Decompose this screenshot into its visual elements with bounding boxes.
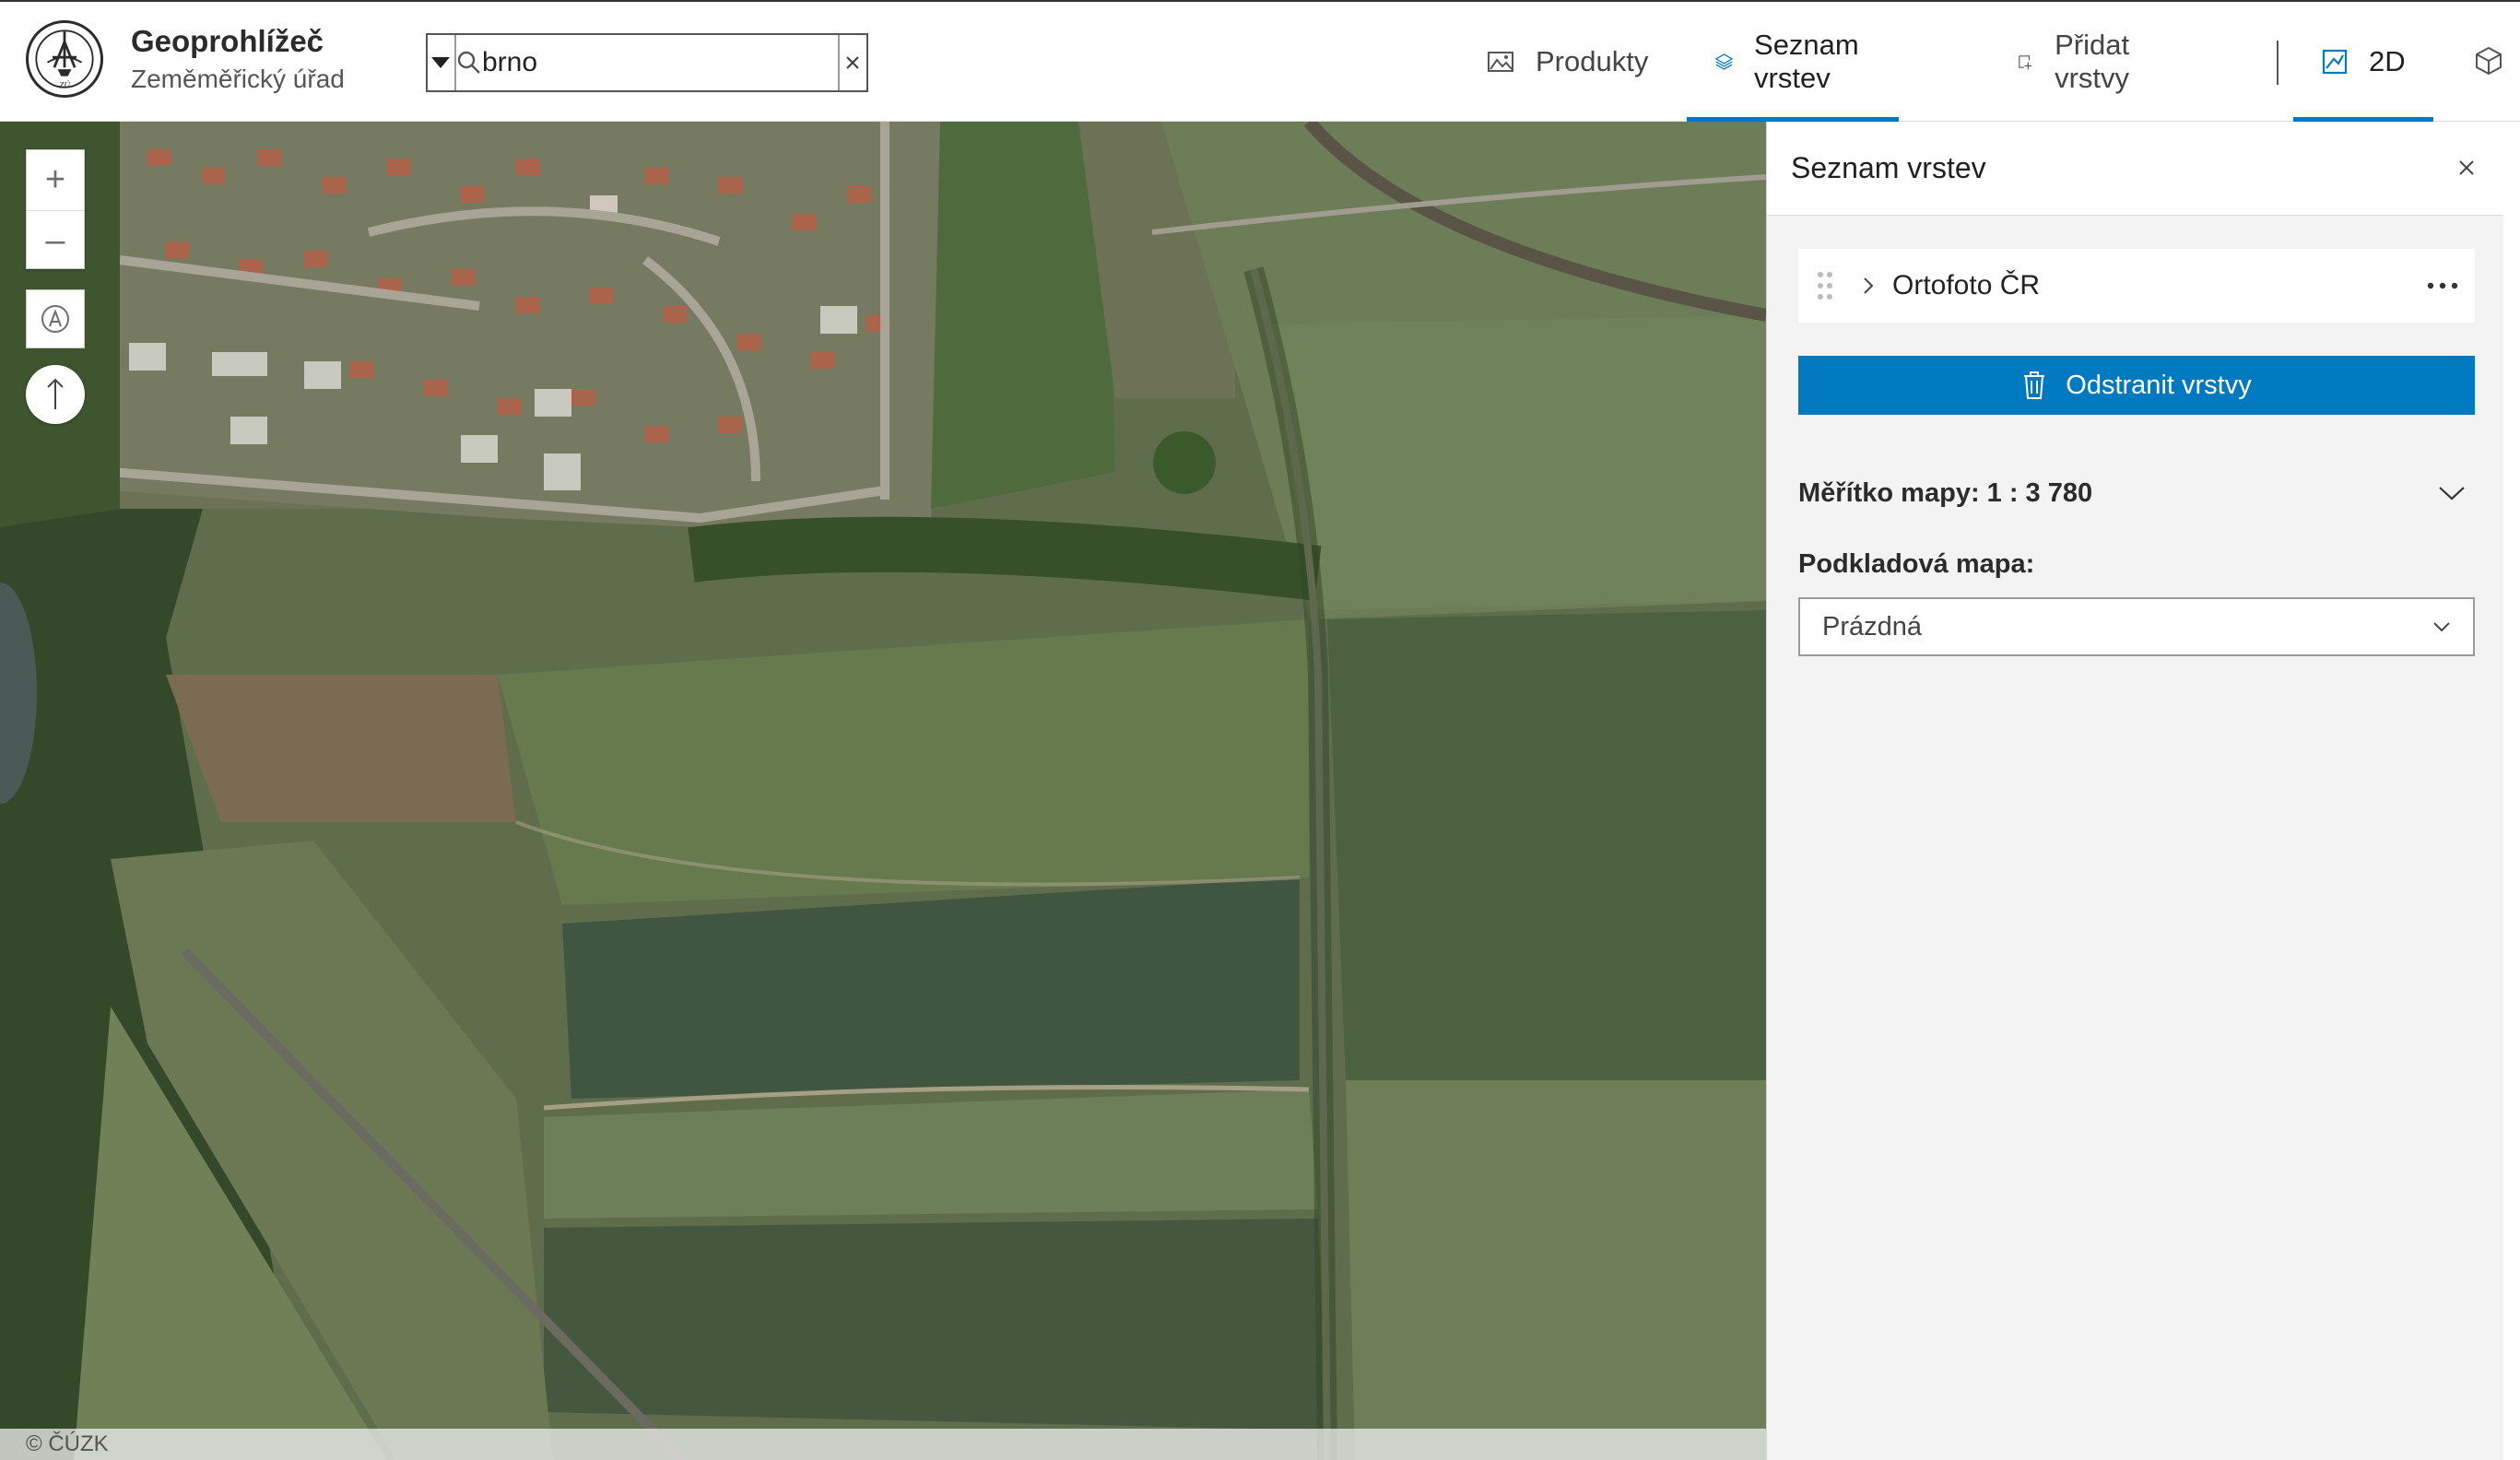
nav-pridat-vrstvy[interactable]: Přidat vrstvy	[2017, 2, 2143, 122]
logo-text: ZÚ	[59, 81, 71, 91]
zoom-control: + –	[26, 149, 85, 269]
top-header: ZÚ Geoprohlížeč Zeměměřický úřad Produkt…	[0, 0, 2520, 122]
layer-item[interactable]: Ortofoto ČR	[1798, 249, 2475, 323]
basemap-label: Podkladová mapa:	[1798, 549, 2035, 579]
panel-close-button[interactable]	[2448, 149, 2485, 186]
search-icon	[456, 35, 482, 90]
chevron-down-icon[interactable]	[2429, 470, 2475, 516]
view-2d-label: 2D	[2369, 45, 2406, 77]
view-3d-button[interactable]	[2472, 44, 2509, 81]
nav-pridat-vrstvy-label: Přidat vrstvy	[2055, 29, 2130, 94]
remove-layers-button[interactable]: Odstranit vrstvy	[1798, 356, 2475, 415]
search-box	[426, 33, 868, 92]
map-2d-icon	[2322, 49, 2348, 75]
nav-produkty[interactable]: Produkty	[1486, 2, 1648, 122]
compass-button[interactable]	[26, 365, 85, 424]
locate-button[interactable]	[26, 289, 85, 348]
app-subtitle: Zeměměřický úřad	[131, 65, 345, 93]
search-source-dropdown[interactable]	[428, 35, 456, 90]
layer-list-panel: Seznam vrstev Ortofoto ČR Odstranit vrst…	[1766, 122, 2503, 1460]
zoom-out-button[interactable]: –	[27, 210, 84, 270]
chevron-right-icon[interactable]	[1852, 276, 1885, 296]
cube-3d-icon	[2476, 46, 2502, 76]
drag-handle-icon[interactable]	[1798, 270, 1852, 301]
map-scale-row: Měřítko mapy: 1 : 3 780	[1798, 470, 2475, 516]
navigation-mode-icon	[41, 305, 69, 333]
nav-divider	[2277, 41, 2279, 85]
caret-down-icon	[431, 57, 451, 68]
layer-label: Ortofoto ČR	[1892, 270, 2041, 300]
search-clear-button[interactable]	[838, 35, 866, 90]
orthophoto-map	[0, 122, 1766, 1460]
zu-logo-icon[interactable]: ZÚ	[26, 20, 103, 98]
basemap-selected-value: Prázdná	[1822, 611, 1923, 642]
zoom-in-button[interactable]: +	[27, 150, 84, 210]
map-view[interactable]: + – © ČÚZK	[0, 122, 1766, 1460]
more-options-icon[interactable]	[2410, 282, 2475, 289]
image-icon	[1488, 52, 1513, 72]
trash-icon	[2024, 371, 2045, 399]
add-layer-icon	[2019, 55, 2032, 70]
panel-header: Seznam vrstev	[1767, 122, 2503, 216]
app-title: Geoprohlížeč	[131, 24, 324, 58]
basemap-select[interactable]: Prázdná	[1798, 597, 2475, 656]
nav-seznam-vrstev[interactable]: Seznam vrstev	[1687, 2, 1899, 122]
view-2d-button[interactable]: 2D	[2293, 2, 2433, 122]
layers-icon	[1714, 53, 1734, 70]
remove-layers-label: Odstranit vrstvy	[2066, 370, 2252, 400]
search-input[interactable]	[482, 35, 838, 90]
map-scale-label: Měřítko mapy: 1 : 3 780	[1798, 477, 2093, 508]
north-arrow-icon	[47, 378, 64, 409]
map-attribution: © ČÚZK	[0, 1429, 1766, 1460]
nav-produkty-label: Produkty	[1536, 45, 1649, 77]
close-icon	[846, 56, 860, 69]
nav-seznam-vrstev-label: Seznam vrstev	[1754, 29, 1859, 94]
close-icon	[2459, 160, 2474, 175]
chevron-down-icon	[2433, 622, 2450, 632]
panel-title: Seznam vrstev	[1791, 151, 1986, 184]
